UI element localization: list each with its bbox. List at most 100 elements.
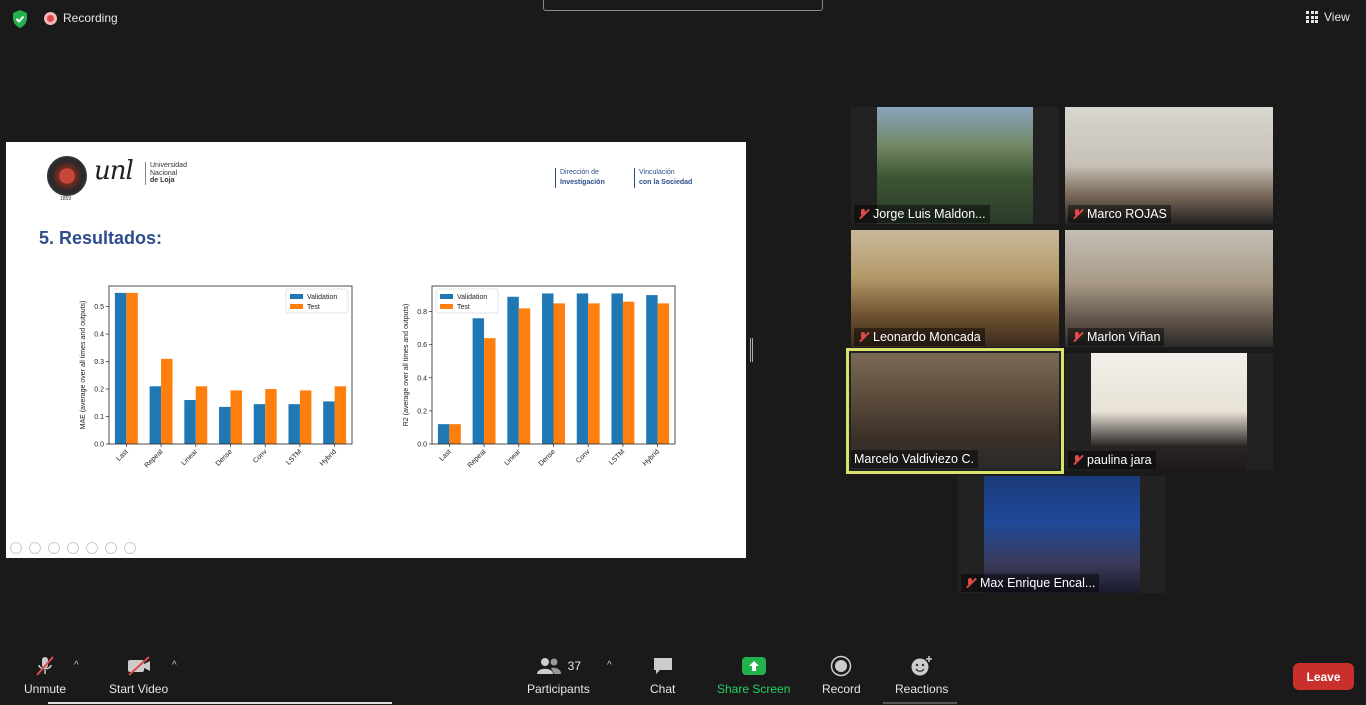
- start-video-label: Start Video: [109, 682, 169, 696]
- y-axis-label: MAE (average over all times and outputs): [80, 301, 87, 430]
- x-tick-label: Dense: [215, 448, 234, 467]
- smiley-icon: [910, 655, 934, 677]
- menu-icon[interactable]: [105, 542, 117, 554]
- pen-icon[interactable]: [48, 542, 60, 554]
- unmute-label: Unmute: [24, 682, 67, 696]
- view-button[interactable]: View: [1306, 10, 1350, 24]
- participant-name-label: Jorge Luis Maldon...: [854, 205, 990, 223]
- x-tick-label: Last: [438, 448, 452, 462]
- participant-name-label: Marcelo Valdiviezo C.: [851, 450, 978, 468]
- sharing-status-bar[interactable]: [543, 0, 823, 11]
- legend-label-validation: Validation: [307, 294, 337, 301]
- bar-validation: [219, 406, 231, 444]
- mic-muted-icon: [1071, 331, 1083, 343]
- x-tick-label: Last: [115, 448, 129, 462]
- mic-muted-icon: [1071, 208, 1083, 220]
- x-tick-label: Linear: [503, 448, 522, 467]
- bar-test: [299, 390, 312, 444]
- legend-label-test: Test: [307, 304, 320, 311]
- mic-muted-icon: [964, 577, 976, 589]
- y-tick-label: 0.2: [94, 387, 104, 394]
- participant-tile[interactable]: Leonardo Moncada: [851, 230, 1059, 347]
- participant-tile[interactable]: Marlon Viñan: [1065, 230, 1273, 347]
- bar-test: [622, 301, 635, 444]
- bar-test: [230, 390, 242, 444]
- y-tick-label: 0.3: [94, 359, 104, 366]
- bar-test: [265, 389, 277, 444]
- x-tick-label: Repeat: [144, 448, 165, 469]
- bar-validation: [323, 401, 335, 444]
- bar-validation: [576, 293, 589, 444]
- bar-test: [161, 358, 173, 444]
- participant-tile[interactable]: Jorge Luis Maldon...: [851, 107, 1059, 224]
- legend-label-validation: Validation: [457, 294, 487, 301]
- participants-button[interactable]: 37 Participants: [527, 655, 590, 696]
- record-icon: [830, 655, 852, 677]
- more-icon[interactable]: [124, 542, 136, 554]
- x-tick-label: Conv: [575, 448, 592, 465]
- taskbar-indicator: [48, 702, 392, 704]
- reactions-button[interactable]: Reactions: [895, 655, 948, 696]
- x-tick-label: Linear: [180, 448, 199, 467]
- participants-options-caret-icon[interactable]: ^: [607, 660, 612, 671]
- university-seal-logo: [47, 156, 87, 196]
- y-axis-label: R2 (average over all times and outputs): [403, 304, 410, 427]
- splitter-handle[interactable]: [750, 338, 753, 362]
- participant-name-label: Leonardo Moncada: [854, 328, 985, 346]
- zoom-icon[interactable]: [86, 542, 98, 554]
- bar-test: [588, 303, 600, 444]
- share-screen-button[interactable]: Share Screen: [717, 655, 790, 696]
- x-tick-label: Dense: [538, 448, 557, 467]
- bar-test: [334, 386, 347, 444]
- bar-test: [195, 386, 208, 444]
- header-link-investigacion: Dirección de Investigación: [555, 168, 605, 188]
- participant-tile[interactable]: Max Enrique Encal...: [958, 476, 1166, 593]
- y-tick-label: 0.0: [94, 442, 104, 449]
- mic-muted-icon: [857, 331, 869, 343]
- participant-name-label: Marlon Viñan: [1068, 328, 1165, 346]
- legend-swatch-validation: [290, 294, 303, 299]
- participant-tile[interactable]: paulina jara: [1065, 353, 1273, 470]
- security-shield-icon[interactable]: [10, 9, 30, 29]
- bar-validation: [611, 293, 623, 444]
- participants-count: 37: [567, 659, 582, 673]
- recording-indicator[interactable]: Recording: [44, 11, 118, 25]
- audio-options-caret-icon[interactable]: ^: [74, 660, 79, 671]
- mic-muted-icon: [34, 655, 56, 677]
- x-tick-label: Conv: [252, 448, 269, 465]
- pointer-icon[interactable]: [29, 542, 41, 554]
- participant-tile[interactable]: Marco ROJAS: [1065, 107, 1273, 224]
- recording-dot-icon: [44, 11, 57, 25]
- copy-icon[interactable]: [67, 542, 79, 554]
- y-tick-label: 0.2: [417, 408, 427, 415]
- legend-swatch-test: [290, 304, 303, 309]
- grid-icon: [1306, 11, 1318, 23]
- bar-test: [126, 292, 138, 444]
- participant-tile-active-speaker[interactable]: Marcelo Valdiviezo C.: [846, 348, 1064, 474]
- bar-validation: [646, 295, 658, 444]
- y-tick-label: 0.4: [94, 332, 104, 339]
- chat-icon: [652, 655, 674, 677]
- bar-validation: [472, 318, 485, 444]
- y-tick-label: 0.0: [417, 442, 427, 449]
- recording-label: Recording: [63, 11, 118, 25]
- leave-button[interactable]: Leave: [1293, 663, 1354, 690]
- legend-swatch-validation: [440, 294, 453, 299]
- bar-test: [657, 303, 670, 444]
- share-screen-label: Share Screen: [717, 682, 791, 696]
- prev-icon[interactable]: [10, 542, 22, 554]
- view-label: View: [1324, 10, 1350, 24]
- bar-validation: [149, 386, 162, 444]
- record-button[interactable]: Record: [822, 655, 861, 696]
- slide-annotation-toolbar: [10, 542, 136, 554]
- video-options-caret-icon[interactable]: ^: [172, 660, 177, 671]
- chat-button[interactable]: Chat: [650, 655, 675, 696]
- record-label: Record: [822, 682, 861, 696]
- unmute-button[interactable]: Unmute: [24, 655, 66, 696]
- header-link-vinculacion: Vinculación con la Sociedad: [634, 168, 692, 188]
- start-video-button[interactable]: Start Video: [109, 655, 168, 696]
- bar-validation: [288, 404, 300, 444]
- y-tick-label: 0.1: [94, 414, 104, 421]
- bar-validation: [507, 296, 519, 444]
- participants-icon: 37: [536, 655, 581, 677]
